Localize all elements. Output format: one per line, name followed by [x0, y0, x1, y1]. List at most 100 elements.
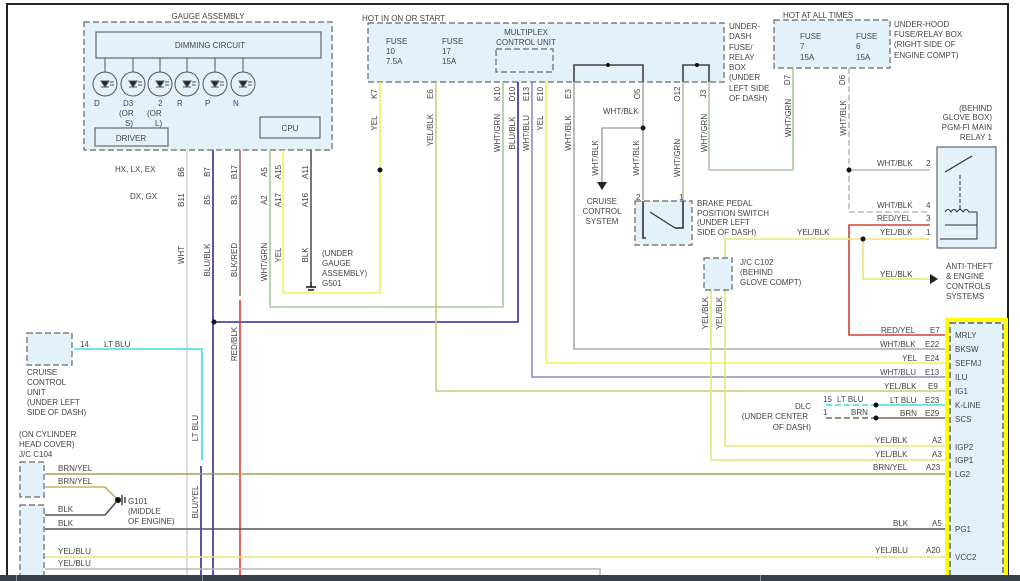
udb-5-label: BOX: [729, 63, 747, 72]
led-d3-or-label: (OR: [119, 109, 134, 118]
ccu-4-label: (UNDER LEFT: [27, 398, 80, 407]
uhb-3-label: (RIGHT SIDE OF: [894, 40, 956, 49]
e-n13-label: ILU: [955, 373, 968, 382]
r-p1-label: 1: [926, 228, 931, 237]
led-d3-s-label: S): [125, 119, 133, 128]
udb-7-label: LEFT SIDE: [729, 84, 769, 93]
hot-all-times-label: HOT AT ALL TIMES: [783, 11, 853, 20]
w-blkred-label: BLK/RED: [230, 243, 239, 277]
dlc-a-label: DLC: [795, 402, 811, 411]
mcu-2-label: CONTROL UNIT: [496, 38, 556, 47]
w-whtgrn-j3-label: WHT/GRN: [700, 114, 709, 152]
hot-on-start-label: HOT IN ON OR START: [362, 14, 445, 23]
c104-1-label: (ON CYLINDER: [19, 430, 77, 439]
dimming-circuit-label: DIMMING CIRCUIT: [175, 41, 245, 50]
w-yelblk-at-label: YEL/BLK: [880, 270, 913, 279]
models-dx-label: DX, GX: [130, 192, 158, 201]
w-yel-e10-label: YEL: [536, 115, 545, 131]
g101-2-label: (MIDDLE: [128, 507, 161, 516]
bpp-pin1-label: 1: [679, 193, 684, 202]
ccu-pin-label: 14: [80, 340, 89, 349]
c104-2-label: HEAD COVER): [19, 440, 75, 449]
pin-a16-label: A16: [301, 192, 310, 207]
fuse17-c-label: 15A: [442, 57, 457, 66]
wire-blk-g101: [45, 499, 119, 516]
led-2-label: 2: [158, 99, 163, 108]
dlc-15-label: 15: [823, 395, 832, 404]
taskbar: [0, 575, 1020, 581]
w-whtblk-d6-label: WHT/BLK: [839, 100, 848, 136]
junction-dot: [640, 125, 646, 131]
at-4-label: SYSTEMS: [946, 292, 984, 301]
a-w20-label: YEL/BLU: [875, 546, 908, 555]
driver-label: DRIVER: [116, 134, 146, 143]
jc-c104: [19, 461, 45, 498]
relay-4-label: RELAY 1: [960, 133, 993, 142]
w-whtgrn-g-label: WHT/GRN: [260, 243, 269, 281]
wire-wht-blk-d6: [848, 68, 930, 213]
ccu-1-label: CRUISE: [27, 368, 57, 377]
pin-o5-label: O5: [633, 88, 642, 99]
under-hood-fuse-relay-box: [773, 19, 891, 69]
junction-dot: [606, 63, 610, 67]
r-w4-label: WHT/BLK: [877, 201, 913, 210]
g101-3-label: OF ENGINE): [128, 517, 175, 526]
led-d-label: D: [94, 99, 100, 108]
e-p9-label: E9: [928, 382, 938, 391]
uhb-4-label: ENGINE COMPT): [894, 51, 959, 60]
pin-a2-label: A2: [260, 195, 269, 205]
fuse10-c-label: 7.5A: [386, 57, 403, 66]
e-w24-label: YEL: [902, 354, 918, 363]
r-p2-label: 2: [926, 159, 931, 168]
models-hx-label: HX, LX, EX: [115, 165, 156, 174]
junction-dot: [377, 167, 383, 173]
w-c102-a-label: YEL/BLK: [701, 296, 710, 329]
wire-lt-blu-cruise: [74, 348, 203, 460]
e-n9-label: IG1: [955, 387, 968, 396]
c104-3-label: J/C C104: [19, 450, 53, 459]
w-yelblk-e6-label: YEL/BLK: [426, 113, 435, 146]
pin-b17-label: B17: [230, 164, 239, 179]
w-yelblk-top-label: YEL/BLK: [797, 228, 830, 237]
fuse7-b-label: 7: [800, 42, 805, 51]
a-n2-label: IGP2: [955, 443, 974, 452]
pin-a11-label: A11: [301, 165, 310, 179]
pin-a15-label: A15: [274, 164, 283, 179]
bpp-1-label: BRAKE PEDAL: [697, 199, 753, 208]
w-whtblk-e3-label: WHT/BLK: [564, 115, 573, 151]
led-r-label: R: [177, 99, 183, 108]
pin-a5-label: A5: [260, 167, 269, 177]
fuse10-a-label: FUSE: [386, 37, 407, 46]
g501-3-label: ASSEMBLY): [322, 269, 368, 278]
e-n7-label: MRLY: [955, 331, 977, 340]
udb-3-label: FUSE/: [729, 43, 753, 52]
at-2-label: & ENGINE: [946, 272, 984, 281]
pin-a17-label: A17: [274, 192, 283, 207]
a-n3-label: IGP1: [955, 456, 974, 465]
a-w23-label: BRN/YEL: [873, 463, 908, 472]
ground-icon: [306, 282, 316, 291]
uhb-1-label: UNDER-HOOD: [894, 20, 949, 29]
e-p22-label: E22: [925, 340, 940, 349]
a-n5-label: PG1: [955, 525, 972, 534]
at-3-label: CONTROLS: [946, 282, 990, 291]
a-p5-label: A5: [932, 519, 942, 528]
a-p23-label: A23: [926, 463, 941, 472]
ccu-5-label: SIDE OF DASH): [27, 408, 86, 417]
e-p7-label: E7: [930, 326, 940, 335]
arrow-icon: [597, 182, 607, 190]
junction-dot: [211, 319, 217, 325]
gauge-assembly-label: GAUGE ASSEMBLY: [171, 12, 245, 21]
e-w23-label: LT BLU: [890, 396, 917, 405]
fuse10-b-label: 10: [386, 47, 395, 56]
c104-w1-label: BRN/YEL: [58, 464, 93, 473]
w-whtblu-e13-label: WHT/BLU: [522, 115, 531, 151]
w-blk-g-label: BLK: [301, 247, 310, 263]
c102-1-label: J/C C102: [740, 258, 774, 267]
cpu-label: CPU: [282, 124, 299, 133]
w-c102-b-label: YEL/BLK: [715, 296, 724, 329]
e-n22-label: BKSW: [955, 345, 979, 354]
a-w3-label: YEL/BLK: [875, 450, 908, 459]
w-whtgrn-o12-label: WHT/GRN: [673, 139, 682, 177]
pin-o12-label: O12: [673, 86, 682, 102]
